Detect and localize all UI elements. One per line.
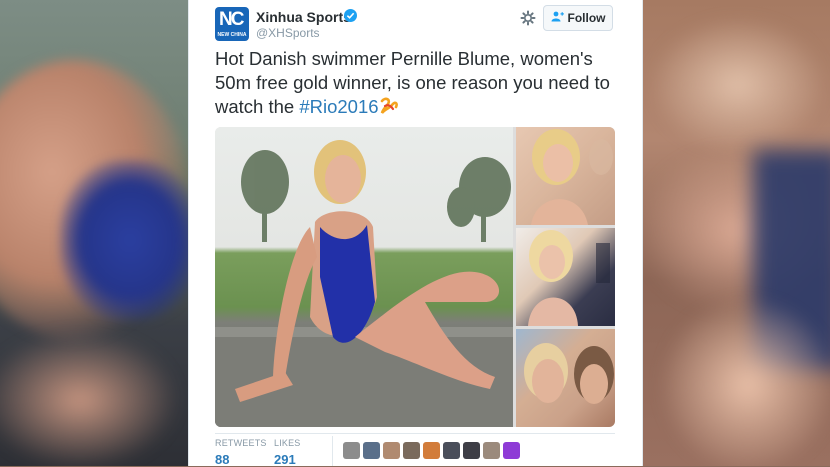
gear-icon[interactable] [520, 10, 536, 26]
likers-avatars [343, 442, 520, 459]
side-photo-3[interactable] [516, 329, 615, 427]
avatar-logo-subtext: NEW CHINA [217, 32, 247, 38]
media-gallery[interactable] [215, 127, 615, 427]
account-name[interactable]: Xinhua Sports [256, 9, 351, 25]
liker-avatar[interactable] [483, 442, 500, 459]
liker-avatar[interactable] [443, 442, 460, 459]
retweets-label: RETWEETS [215, 438, 267, 448]
blurred-background-right [643, 0, 830, 466]
side-photo-1[interactable] [516, 127, 615, 225]
retweets-stat[interactable]: RETWEETS 88 [215, 438, 267, 467]
liker-avatar[interactable] [343, 442, 360, 459]
rio-hashflag-icon [379, 97, 399, 114]
tweet-text: Hot Danish swimmer Pernille Blume, women… [215, 47, 625, 119]
account-handle[interactable]: @XHSports [256, 26, 320, 40]
stats-divider [215, 433, 615, 434]
likes-count[interactable]: 291 [274, 452, 301, 467]
verified-badge-icon [344, 9, 357, 22]
liker-avatar[interactable] [403, 442, 420, 459]
likes-stat[interactable]: LIKES 291 [274, 438, 301, 467]
follow-label: Follow [567, 11, 606, 25]
account-avatar[interactable]: NC NEW CHINA [215, 7, 249, 41]
liker-avatar[interactable] [363, 442, 380, 459]
side-photo-2[interactable] [516, 228, 615, 326]
tweet-body: Hot Danish swimmer Pernille Blume, women… [215, 48, 610, 117]
liker-avatar[interactable] [503, 442, 520, 459]
liker-avatar[interactable] [383, 442, 400, 459]
liker-avatar[interactable] [423, 442, 440, 459]
follow-button[interactable]: Follow [543, 5, 613, 31]
likes-label: LIKES [274, 438, 301, 448]
add-person-icon [551, 11, 564, 25]
blurred-background-left [0, 0, 188, 466]
hashtag-link[interactable]: #Rio2016 [299, 96, 378, 117]
tweet-card: NC NEW CHINA Xinhua Sports @XHSports Fol… [188, 0, 643, 467]
main-photo[interactable] [215, 127, 513, 427]
avatar-logo-text: NC [219, 9, 244, 30]
liker-avatar[interactable] [463, 442, 480, 459]
stats-separator [332, 436, 333, 466]
retweets-count[interactable]: 88 [215, 452, 267, 467]
